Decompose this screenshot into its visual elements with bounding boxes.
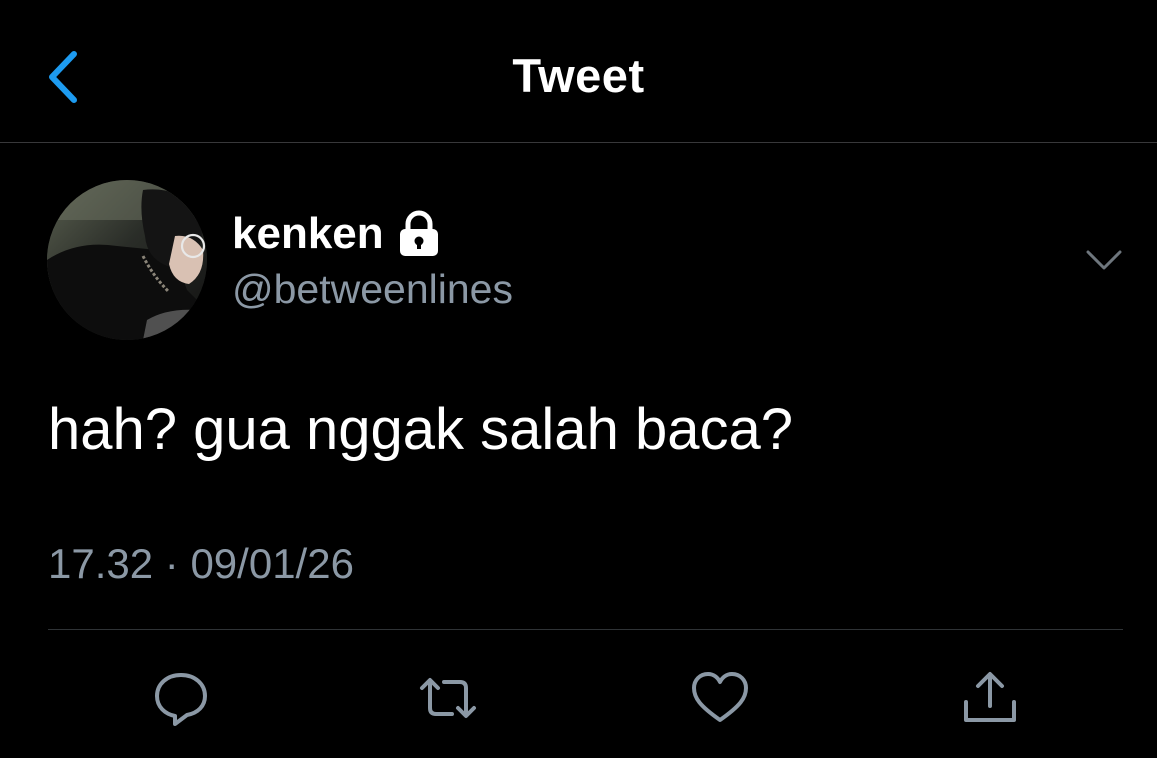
share-button[interactable] (960, 668, 1020, 728)
profile-photo (47, 180, 207, 340)
top-navigation-bar: Tweet (0, 0, 1157, 143)
tweet-date: 09/01/26 (190, 540, 354, 587)
display-name[interactable]: kenken (232, 209, 384, 259)
tweet-time: 17.32 (48, 540, 154, 587)
retweet-button[interactable] (418, 668, 478, 728)
meta-separator: · (164, 540, 179, 587)
avatar[interactable] (47, 180, 207, 340)
reply-button[interactable] (151, 668, 211, 728)
page-title: Tweet (512, 49, 645, 102)
like-button[interactable] (690, 668, 750, 728)
author-name-row: kenken (232, 206, 440, 262)
heart-icon (692, 672, 748, 722)
chevron-down-icon (1086, 250, 1122, 270)
more-options-button[interactable] (1082, 240, 1126, 280)
username-handle[interactable]: @betweenlines (232, 266, 513, 313)
retweet-arrows-icon (420, 678, 476, 718)
lock-icon (398, 210, 440, 258)
share-upload-icon (964, 672, 1016, 722)
divider (48, 629, 1123, 630)
tweet-timestamp: 17.32 · 09/01/26 (48, 540, 354, 588)
speech-bubble-icon (155, 673, 207, 726)
tweet-text: hah? gua nggak salah baca? (48, 397, 793, 462)
